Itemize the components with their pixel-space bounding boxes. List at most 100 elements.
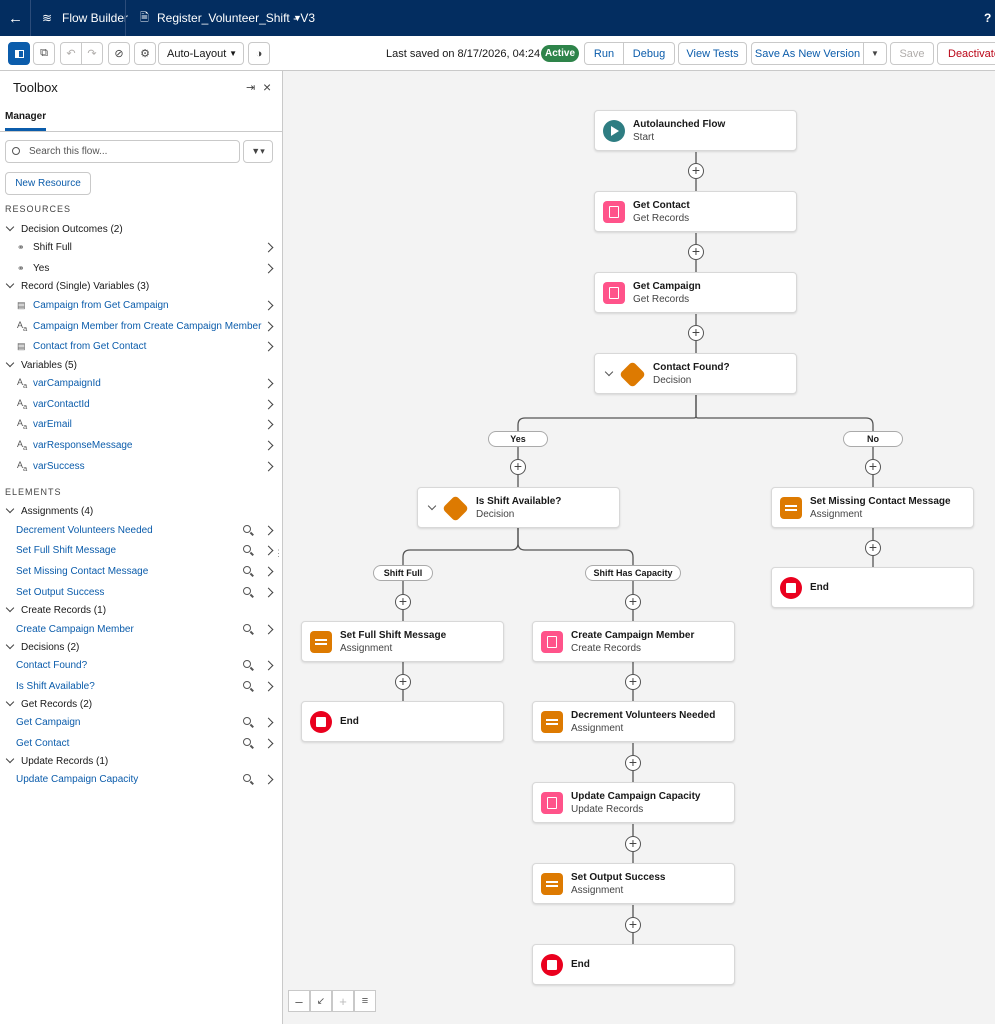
node-contact-found[interactable]: Contact Found? Decision <box>594 353 797 394</box>
list-item[interactable]: Update Campaign Capacity <box>0 769 282 789</box>
node-create-campaign-member[interactable]: Create Campaign Member Create Records <box>532 621 735 662</box>
save-menu-button[interactable]: ▼ <box>863 42 887 65</box>
node-end[interactable]: End <box>532 944 735 985</box>
view-tests-button[interactable]: View Tests <box>678 42 747 65</box>
flow-name[interactable]: Register_Volunteer_Shift - V3 <box>157 0 315 36</box>
add-element-button[interactable]: + <box>688 244 704 260</box>
deactivate-button[interactable]: Deactivate <box>937 42 995 65</box>
list-item[interactable]: Aa varResponseMessage <box>0 435 282 455</box>
group-assignments[interactable]: Assignments (4) <box>0 501 282 521</box>
copy-button[interactable]: ⧉ <box>33 42 55 65</box>
layout-select[interactable]: Auto-Layout ▼ <box>158 42 244 65</box>
list-item[interactable]: Aa varSuccess <box>0 456 282 476</box>
debug-button[interactable]: Debug <box>623 42 675 65</box>
help-icon[interactable]: ? <box>984 0 991 36</box>
search-icon[interactable] <box>243 738 251 746</box>
back-icon[interactable]: ← <box>8 0 23 36</box>
group-create-records[interactable]: Create Records (1) <box>0 600 282 620</box>
add-element-button[interactable]: + <box>510 459 526 475</box>
search-icon[interactable] <box>243 566 251 574</box>
chevron-down-icon[interactable] <box>427 501 437 511</box>
group-update-records[interactable]: Update Records (1) <box>0 751 282 771</box>
add-element-button[interactable]: + <box>865 459 881 475</box>
new-resource-button[interactable]: New Resource <box>5 172 91 195</box>
add-element-button[interactable]: + <box>625 674 641 690</box>
add-element-button[interactable]: + <box>865 540 881 556</box>
save-as-new-version-button[interactable]: Save As New Version <box>751 42 864 65</box>
list-item[interactable]: Aa Campaign Member from Create Campaign M… <box>0 316 282 336</box>
settings-button[interactable]: ⚙ <box>134 42 156 65</box>
group-get-records[interactable]: Get Records (2) <box>0 694 282 714</box>
list-item[interactable]: ⚭ Yes <box>0 258 282 278</box>
list-item[interactable]: ▤ Contact from Get Contact <box>0 336 282 356</box>
dock-icon[interactable]: ⇥ <box>246 81 255 94</box>
add-element-button[interactable]: + <box>625 755 641 771</box>
center-button[interactable]: ≡ <box>354 990 376 1012</box>
zoom-in-button[interactable]: + <box>332 990 354 1012</box>
group-decision-outcomes[interactable]: Decision Outcomes (2) <box>0 219 282 239</box>
node-start[interactable]: Autolaunched Flow Start <box>594 110 797 151</box>
search-icon[interactable] <box>243 717 251 725</box>
search-icon[interactable] <box>243 660 251 668</box>
toggle-toolbox-button[interactable] <box>8 42 30 65</box>
search-icon[interactable] <box>243 587 251 595</box>
list-item[interactable]: Contact Found? <box>0 655 282 675</box>
node-set-full-shift-message[interactable]: Set Full Shift Message Assignment <box>301 621 504 662</box>
search-input[interactable]: Search this flow... <box>5 140 240 163</box>
tab-manager[interactable]: Manager <box>5 111 47 131</box>
redo-button[interactable]: ↷ <box>81 42 103 65</box>
group-decisions[interactable]: Decisions (2) <box>0 637 282 657</box>
filter-button[interactable]: ▼▾ <box>243 140 273 163</box>
undo-button[interactable]: ↶ <box>60 42 82 65</box>
add-element-button[interactable]: + <box>395 594 411 610</box>
list-item[interactable]: Is Shift Available? <box>0 676 282 696</box>
list-item[interactable]: Get Contact <box>0 733 282 753</box>
search-icon[interactable] <box>243 624 251 632</box>
search-icon[interactable] <box>243 681 251 689</box>
add-element-button[interactable]: + <box>625 836 641 852</box>
list-item[interactable]: Create Campaign Member <box>0 619 282 639</box>
node-end[interactable]: End <box>301 701 504 742</box>
add-element-button[interactable]: + <box>395 674 411 690</box>
group-label: Assignments (4) <box>21 505 94 517</box>
display-button[interactable]: ◑ <box>248 42 270 65</box>
save-button[interactable]: Save <box>890 42 934 65</box>
search-icon[interactable] <box>243 545 251 553</box>
list-item[interactable]: Aa varEmail <box>0 414 282 434</box>
error-button[interactable]: ⊘ <box>108 42 130 65</box>
list-item[interactable]: Decrement Volunteers Needed <box>0 520 282 540</box>
list-item[interactable]: ⚭ Shift Full <box>0 237 282 257</box>
list-item[interactable]: Set Full Shift Message <box>0 540 282 560</box>
add-element-button[interactable]: + <box>688 325 704 341</box>
group-variables[interactable]: Variables (5) <box>0 355 282 375</box>
node-is-shift-available[interactable]: Is Shift Available? Decision <box>417 487 620 528</box>
search-icon[interactable] <box>243 525 251 533</box>
node-update-campaign-capacity[interactable]: Update Campaign Capacity Update Records <box>532 782 735 823</box>
node-set-missing-contact-message[interactable]: Set Missing Contact Message Assignment <box>771 487 974 528</box>
search-icon[interactable] <box>243 774 251 782</box>
node-get-contact[interactable]: Get Contact Get Records <box>594 191 797 232</box>
run-button[interactable]: Run <box>584 42 624 65</box>
resize-handle-icon[interactable]: ⋮ <box>274 548 283 559</box>
group-record-variables[interactable]: Record (Single) Variables (3) <box>0 276 282 296</box>
list-item[interactable]: ▤ Campaign from Get Campaign <box>0 295 282 315</box>
node-set-output-success[interactable]: Set Output Success Assignment <box>532 863 735 904</box>
flow-canvas[interactable]: Autolaunched Flow Start + Get Contact Get … <box>283 71 995 1024</box>
chevron-down-icon[interactable] <box>604 367 614 377</box>
fit-view-button[interactable]: ↙ <box>310 990 332 1012</box>
add-element-button[interactable]: + <box>688 163 704 179</box>
chevron-down-icon[interactable]: ▼ <box>293 0 302 36</box>
node-get-campaign[interactable]: Get Campaign Get Records <box>594 272 797 313</box>
list-item[interactable]: Get Campaign <box>0 712 282 732</box>
list-item[interactable]: Set Missing Contact Message <box>0 561 282 581</box>
assignment-icon <box>541 873 563 895</box>
node-decrement-volunteers-needed[interactable]: Decrement Volunteers Needed Assignment <box>532 701 735 742</box>
close-icon[interactable]: × <box>263 79 271 95</box>
zoom-out-button[interactable]: – <box>288 990 310 1012</box>
add-element-button[interactable]: + <box>625 917 641 933</box>
list-item[interactable]: Set Output Success <box>0 582 282 602</box>
list-item[interactable]: Aa varContactId <box>0 394 282 414</box>
node-end[interactable]: End <box>771 567 974 608</box>
list-item[interactable]: Aa varCampaignId <box>0 373 282 393</box>
add-element-button[interactable]: + <box>625 594 641 610</box>
